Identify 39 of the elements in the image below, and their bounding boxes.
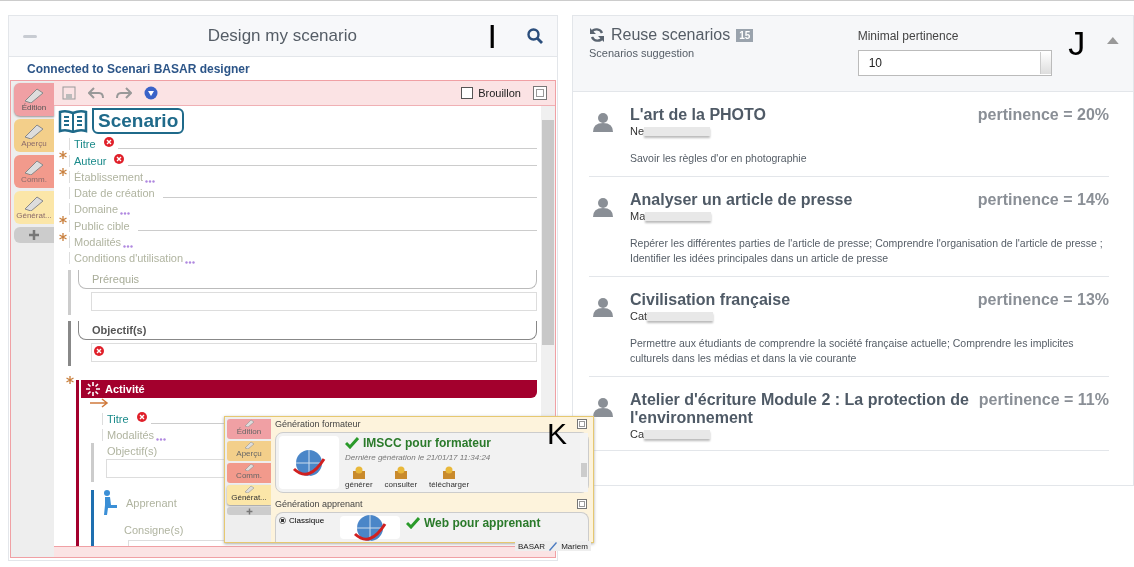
section-title: Génération apprenant	[275, 498, 363, 509]
section-title: Génération formateur	[275, 418, 361, 429]
author-name: Ne	[630, 125, 645, 137]
section-label: Apprenant	[126, 496, 177, 509]
pertinence-score: pertinence = 14%	[977, 191, 1109, 209]
generation-title: Web pour apprenant	[406, 516, 585, 531]
status-text: BASAR	[518, 541, 546, 551]
field-label: Établissement	[69, 170, 144, 183]
count-badge: 15	[736, 28, 754, 42]
field-label: Public cible	[69, 219, 130, 232]
author-name: Ca	[630, 428, 645, 440]
field-label: Auteur	[69, 154, 107, 167]
annotation-label: I	[487, 19, 497, 53]
scenario-description: Savoir les règles d'or en photographie	[630, 151, 808, 166]
field-label: Domaine	[69, 203, 119, 216]
pertinence-score: pertinence = 20%	[977, 106, 1109, 124]
scenario-description: Permettre aux étudiants de comprendre la société française actuelle; Comprendre les implicites culturels dans les médias et dans la vie courante	[630, 336, 1075, 366]
scenario-label: Scenario	[92, 108, 185, 134]
pertinence-score: pertinence = 11%	[978, 391, 1109, 410]
section-label: Objectif(s)	[106, 443, 159, 459]
scenario-description: Repérer les différentes parties de l'article de presse; Comprendre l'organisation de l'article de presse ; Identifier les idées principales dans un article de presse	[630, 236, 1104, 266]
field-label: Date de création	[69, 187, 155, 200]
field-label: Titre	[69, 138, 96, 151]
author-name: Cat	[630, 310, 648, 322]
field-label: Modalités	[102, 428, 155, 441]
field-label: Titre	[102, 412, 129, 425]
panel-title: Reuse scenarios	[611, 26, 731, 44]
pertinence-score: pertinence = 13%	[977, 291, 1109, 309]
annotation-label: J	[1068, 26, 1086, 64]
panel-subtitle: Scenarios suggestion	[589, 47, 696, 59]
field-label: Modalités	[69, 236, 122, 249]
panel-title: Design my scenario	[206, 26, 358, 46]
author-name: Ma	[630, 210, 646, 222]
user-name: Mariem	[561, 541, 588, 551]
field-label: Conditions d'utilisation	[69, 252, 184, 265]
connection-status: Connected to Scenari BASAR designer	[26, 61, 251, 78]
generation-date: Dernière génération le 21/01/17 11:34:24	[345, 453, 492, 463]
section-label: Consigne(s)	[124, 523, 184, 536]
filter-label: Minimal pertinence	[857, 29, 960, 43]
